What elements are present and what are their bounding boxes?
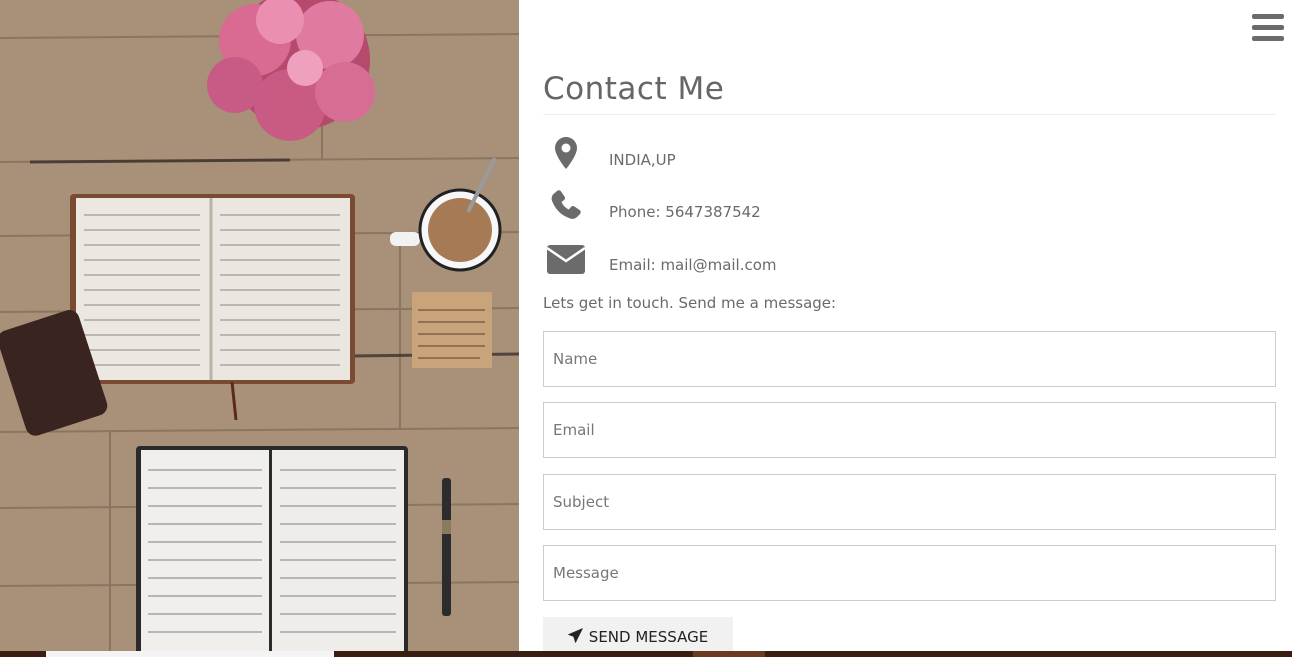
next-section-strip	[0, 651, 1292, 657]
page-title: Contact Me	[543, 70, 725, 107]
message-input[interactable]	[543, 545, 1276, 601]
location-text: INDIA,UP	[609, 151, 676, 169]
paper-plane-icon	[567, 627, 583, 647]
form-intro: Lets get in touch. Send me a message:	[543, 294, 837, 312]
hero-image-desk	[0, 0, 519, 651]
envelope-icon	[546, 245, 586, 278]
hamburger-menu-icon	[1252, 14, 1284, 19]
menu-button[interactable]	[1252, 14, 1286, 44]
email-input[interactable]	[543, 402, 1276, 458]
email-text: Email: mail@mail.com	[609, 256, 777, 274]
map-marker-icon	[555, 137, 577, 173]
phone-icon	[551, 190, 581, 224]
send-message-label: SEND MESSAGE	[588, 628, 709, 646]
title-divider	[543, 114, 1276, 115]
phone-text: Phone: 5647387542	[609, 203, 761, 221]
subject-input[interactable]	[543, 474, 1276, 530]
name-input[interactable]	[543, 331, 1276, 387]
